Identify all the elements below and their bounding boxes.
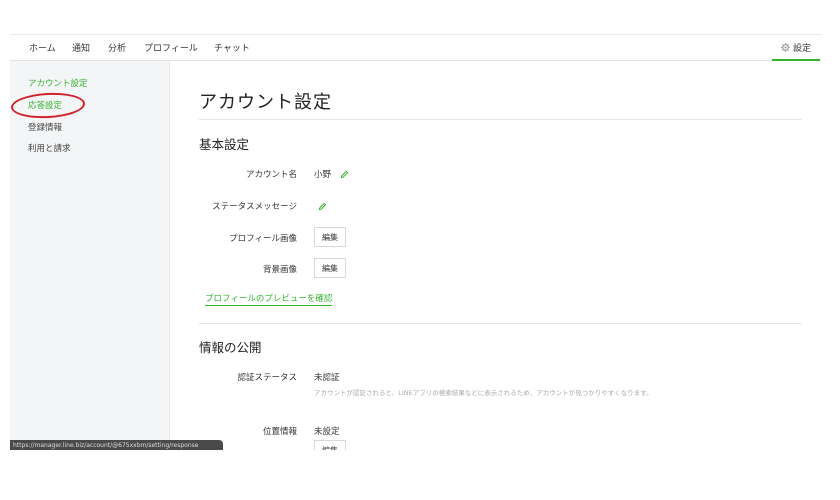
nav-settings-tab[interactable]: 設定 [772,35,820,61]
main-content: アカウント設定 基本設定 アカウント名 小野 ステータスメッセージ プロフィール… [170,61,822,450]
profile-image-label: プロフィール画像 [229,234,297,244]
sidebar-item-usage-billing[interactable]: 利用と請求 [28,142,71,154]
status-message-label: ステータスメッセージ [212,202,297,212]
nav-home[interactable]: ホーム [29,41,56,54]
background-image-label: 背景画像 [262,265,297,275]
account-name-label: アカウント名 [245,170,297,180]
location-label: 位置情報 [262,427,297,437]
section-title-basic: 基本設定 [199,137,250,152]
app-frame: ホーム 通知 分析 プロフィール チャット 設定 アカウント設定 応答設定 登録… [10,34,822,450]
nav-profile[interactable]: プロフィール [144,41,198,54]
verify-status-label: 認証ステータス [237,373,297,383]
sidebar-item-account-settings[interactable]: アカウント設定 [28,77,88,89]
edit-pencil-icon[interactable] [318,202,327,211]
divider [199,119,802,120]
highlight-ellipse [10,91,86,120]
nav-notifications[interactable]: 通知 [72,41,90,54]
sidebar-item-registration-info[interactable]: 登録情報 [28,121,62,133]
background-image-edit-button[interactable]: 編集 [314,258,346,278]
verify-status-value: 未認証 [314,373,340,383]
profile-preview-link[interactable]: プロフィールのプレビューを確認 [205,292,333,306]
nav-settings-label: 設定 [792,43,811,54]
status-bar-url: https://manager.line.biz/account/@675xxb… [10,440,223,450]
location-edit-button[interactable]: 編集 [314,440,346,450]
nav-analytics[interactable]: 分析 [108,41,126,54]
page-title: アカウント設定 [199,92,332,113]
sidebar: アカウント設定 応答設定 登録情報 利用と請求 [10,61,170,450]
profile-image-edit-button[interactable]: 編集 [314,227,346,247]
account-name-value: 小野 [314,170,332,180]
section-title-publish: 情報の公開 [199,340,262,355]
nav-chat[interactable]: チャット [214,41,250,54]
location-value: 未設定 [314,427,340,437]
edit-pencil-icon[interactable] [340,170,349,179]
divider [199,323,802,324]
top-nav: ホーム 通知 分析 プロフィール チャット 設定 [10,34,822,61]
verify-help-text: アカウントが認証されると、LINEアプリの検索結果などに表示されるため、アカウン… [314,389,653,397]
gear-icon [781,42,790,52]
